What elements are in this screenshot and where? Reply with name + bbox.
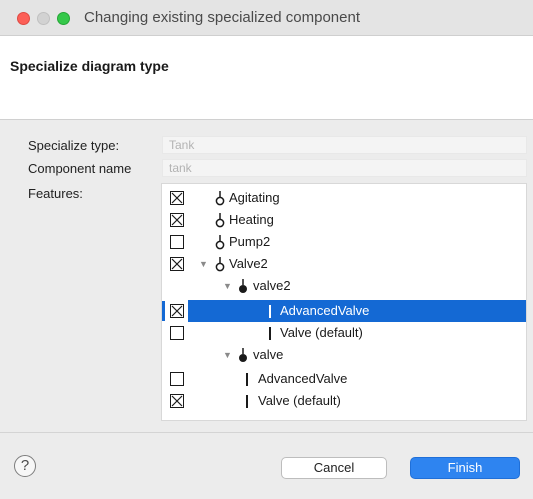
component-name-field: tank <box>162 159 527 177</box>
window-title: Changing existing specialized component <box>84 9 361 26</box>
tree-item-label: Valve (default) <box>280 325 363 340</box>
tree-row[interactable]: AdvancedValve <box>162 368 526 390</box>
feature-checkbox[interactable] <box>170 213 184 227</box>
title-bar[interactable]: Changing existing specialized component <box>0 0 533 36</box>
filled-port-icon <box>239 348 247 362</box>
feature-checkbox[interactable] <box>170 304 184 318</box>
tree-item-label: valve2 <box>253 278 291 293</box>
feature-checkbox[interactable] <box>170 235 184 249</box>
expand-toggle-icon[interactable]: ▼ <box>223 280 232 292</box>
option-bar-icon <box>269 305 271 318</box>
feature-checkbox[interactable] <box>170 326 184 340</box>
specialize-type-label: Specialize type: <box>28 138 120 153</box>
zoom-window-button[interactable] <box>57 12 70 25</box>
port-icon <box>215 213 225 228</box>
checkmark-icon <box>171 305 183 317</box>
tree-item-label: Heating <box>229 212 274 227</box>
tree-item-label: Valve (default) <box>258 393 341 408</box>
option-bar-icon <box>246 373 248 386</box>
tree-row[interactable]: Pump2 <box>162 231 526 253</box>
expand-toggle-icon[interactable]: ▼ <box>223 349 232 361</box>
feature-checkbox[interactable] <box>170 394 184 408</box>
port-icon <box>215 257 225 272</box>
help-icon[interactable]: ? <box>14 455 36 477</box>
tree-row[interactable]: Valve (default) <box>162 390 526 412</box>
dialog-footer: ? Cancel Finish <box>0 432 533 499</box>
tree-item-label: AdvancedValve <box>280 303 370 318</box>
port-icon <box>215 191 225 206</box>
port-icon <box>215 235 225 250</box>
feature-checkbox[interactable] <box>170 372 184 386</box>
close-window-button[interactable] <box>17 12 30 25</box>
dialog-window: Changing existing specialized component … <box>0 0 533 499</box>
option-bar-icon <box>246 395 248 408</box>
tree-item-label: valve <box>253 347 284 362</box>
option-bar-icon <box>269 327 271 340</box>
tree-row[interactable]: ▼ Valve2 <box>162 253 526 275</box>
finish-button[interactable]: Finish <box>410 457 520 479</box>
feature-checkbox[interactable] <box>170 257 184 271</box>
checkmark-icon <box>171 258 183 270</box>
cancel-button[interactable]: Cancel <box>281 457 387 479</box>
tree-row[interactable]: Valve (default) <box>162 322 526 344</box>
tree-item-label: Pump2 <box>229 234 271 249</box>
expand-toggle-icon[interactable]: ▼ <box>199 258 208 270</box>
checkmark-icon <box>171 395 183 407</box>
feature-checkbox[interactable] <box>170 191 184 205</box>
tree-item-label: Valve2 <box>229 256 268 271</box>
tree-row[interactable]: Heating <box>162 209 526 231</box>
checkmark-icon <box>171 192 183 204</box>
features-label: Features: <box>28 186 83 201</box>
focus-indicator <box>162 301 165 321</box>
dialog-header: Specialize diagram type <box>0 36 533 120</box>
page-title: Specialize diagram type <box>10 58 169 74</box>
component-name-label: Component name <box>28 161 132 176</box>
tree-row[interactable]: AdvancedValve <box>162 300 526 322</box>
specialize-type-field: Tank <box>162 136 527 154</box>
tree-row[interactable]: ▼ valve2 <box>162 275 526 297</box>
tree-row[interactable]: ▼ valve <box>162 344 526 366</box>
tree-item-label: Agitating <box>229 190 280 205</box>
features-tree[interactable]: Agitating Heating Pump2 ▼ Valve2 ▼ valve2 Advan… <box>161 183 527 421</box>
tree-item-label: AdvancedValve <box>258 371 348 386</box>
minimize-window-button[interactable] <box>37 12 50 25</box>
tree-row[interactable]: Agitating <box>162 187 526 209</box>
checkmark-icon <box>171 214 183 226</box>
filled-port-icon <box>239 279 247 293</box>
